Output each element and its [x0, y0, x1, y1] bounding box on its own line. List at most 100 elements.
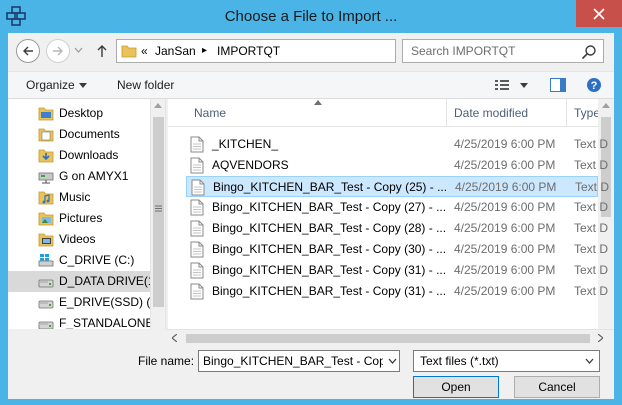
- downloads-icon: [38, 149, 54, 163]
- nav-item-label: Videos: [59, 232, 96, 246]
- file-name: _KITCHEN_: [212, 137, 279, 151]
- file-name: Bingo_KITCHEN_BAR_Test - Copy (31) - ...: [212, 263, 447, 277]
- nav-item[interactable]: Documents: [8, 124, 150, 145]
- column-type[interactable]: Type: [574, 106, 600, 120]
- file-row[interactable]: Bingo_KITCHEN_BAR_Test - Copy (28) - ...…: [186, 218, 608, 239]
- breadcrumb-jansan[interactable]: JanSan: [155, 44, 196, 58]
- command-toolbar: Organize New folder ?: [8, 71, 614, 99]
- column-divider[interactable]: [566, 99, 567, 127]
- file-name-combobox[interactable]: Bingo_KITCHEN_BAR_Test - Copy: [198, 350, 400, 372]
- nav-item[interactable]: Videos: [8, 229, 150, 250]
- sort-ascending-icon: [314, 100, 322, 105]
- search-icon[interactable]: [581, 44, 597, 60]
- horizontal-scrollbar[interactable]: [166, 329, 614, 346]
- view-dropdown-icon[interactable]: [520, 83, 528, 88]
- address-bar[interactable]: « JanSan ▸ IMPORTQT: [116, 39, 396, 63]
- nav-item[interactable]: E_DRIVE(SSD) (E:): [8, 292, 165, 313]
- file-row[interactable]: Bingo_KITCHEN_BAR_Test - Copy (30) - ...…: [186, 239, 608, 260]
- file-row[interactable]: _KITCHEN_ 4/25/2019 6:00 PM Text D: [186, 134, 608, 155]
- view-options-icon[interactable]: [495, 79, 509, 91]
- help-icon[interactable]: ?: [586, 77, 602, 93]
- file-type-value: Text files (*.txt): [420, 354, 499, 368]
- text-file-icon: [190, 199, 204, 216]
- file-name-input[interactable]: Bingo_KITCHEN_BAR_Test - Copy: [203, 354, 383, 368]
- file-type: Text D: [574, 242, 609, 256]
- text-file-icon: [191, 179, 205, 196]
- nav-item[interactable]: Downloads: [8, 145, 150, 166]
- network-drive-icon: [38, 172, 54, 184]
- file-row[interactable]: Bingo_KITCHEN_BAR_Test - Copy (27) - ...…: [186, 197, 608, 218]
- address-overflow[interactable]: «: [141, 44, 148, 58]
- open-button[interactable]: Open: [413, 376, 499, 398]
- new-folder-button[interactable]: New folder: [117, 78, 174, 92]
- file-date-modified: 4/25/2019 6:00 PM: [454, 221, 556, 235]
- chevron-down-icon[interactable]: [388, 357, 397, 365]
- column-date-modified[interactable]: Date modified: [454, 106, 528, 120]
- folder-icon: [38, 107, 54, 121]
- nav-item-label: Desktop: [59, 106, 104, 120]
- nav-item-label: Documents: [59, 127, 120, 141]
- text-file-icon: [190, 283, 204, 300]
- recent-locations-icon[interactable]: [74, 47, 83, 53]
- file-type: Text D: [574, 200, 609, 214]
- title-bar[interactable]: Choose a File to Import ...: [0, 0, 622, 33]
- grip-icon: [155, 205, 162, 212]
- drive-icon: [38, 300, 54, 309]
- videos-icon: [38, 233, 54, 247]
- scrollbar-thumb[interactable]: [186, 334, 590, 343]
- column-divider[interactable]: [446, 99, 447, 127]
- text-file-icon: [190, 136, 204, 153]
- scroll-right-icon[interactable]: [598, 334, 603, 342]
- file-type-select[interactable]: Text files (*.txt): [413, 350, 600, 372]
- nav-item[interactable]: Music: [8, 187, 150, 208]
- scroll-up-icon[interactable]: [602, 103, 610, 108]
- file-row[interactable]: AQVENDORS 4/25/2019 6:00 PM Text D: [186, 155, 608, 176]
- navigation-pane-scrollbar[interactable]: [150, 99, 165, 329]
- file-name: Bingo_KITCHEN_BAR_Test - Copy (31) - ...: [212, 284, 447, 298]
- file-date-modified: 4/25/2019 6:00 PM: [454, 158, 556, 172]
- pictures-icon: [38, 212, 54, 226]
- navigation-pane: Desktop Documents Downloads G on AMYX1 Music…: [8, 99, 166, 329]
- cancel-button[interactable]: Cancel: [514, 376, 600, 398]
- up-arrow-icon[interactable]: [96, 44, 108, 58]
- breadcrumb-separator[interactable]: ▸: [202, 45, 207, 56]
- back-button[interactable]: [16, 39, 40, 63]
- file-row[interactable]: Bingo_KITCHEN_BAR_Test - Copy (31) - ...…: [186, 281, 608, 302]
- documents-icon: [38, 128, 54, 142]
- music-icon: [38, 191, 54, 205]
- preview-pane-icon[interactable]: [550, 78, 566, 92]
- file-date-modified: 4/25/2019 6:00 PM: [454, 200, 556, 214]
- breadcrumb-importqt[interactable]: IMPORTQT: [217, 44, 280, 58]
- search-box[interactable]: Search IMPORTQT: [402, 39, 604, 63]
- nav-item[interactable]: F_STANDALONE: [8, 313, 153, 329]
- file-date-modified: 4/25/2019 6:00 PM: [454, 263, 556, 277]
- scrollbar-thumb[interactable]: [153, 117, 164, 307]
- file-date-modified: 4/25/2019 6:00 PM: [455, 180, 557, 194]
- forward-button[interactable]: [46, 39, 70, 63]
- nav-item-label: Pictures: [59, 211, 103, 225]
- scroll-left-icon[interactable]: [172, 334, 177, 342]
- organize-button[interactable]: Organize: [26, 78, 75, 92]
- column-name[interactable]: Name: [194, 106, 226, 120]
- windows-drive-icon: [38, 254, 54, 267]
- close-button[interactable]: [576, 0, 622, 27]
- nav-item[interactable]: D_DATA DRIVE(1: [8, 271, 155, 292]
- nav-item[interactable]: C_DRIVE (C:): [8, 250, 150, 271]
- nav-item-label: Music: [59, 190, 91, 204]
- file-name: Bingo_KITCHEN_BAR_Test - Copy (25) - ...: [213, 180, 448, 194]
- nav-item[interactable]: G on AMYX1: [8, 166, 150, 187]
- drive-icon: [38, 279, 54, 288]
- folder-icon: [121, 45, 137, 58]
- file-list: Name Date modified Type _KITCHEN_ 4/25/20…: [168, 99, 614, 329]
- nav-item-label: C_DRIVE (C:): [59, 253, 135, 267]
- file-date-modified: 4/25/2019 6:00 PM: [454, 284, 556, 298]
- drive-icon: [38, 321, 54, 329]
- scroll-up-icon[interactable]: [154, 103, 162, 108]
- nav-item[interactable]: Desktop: [8, 103, 150, 124]
- arrow-right-icon: [53, 46, 63, 56]
- file-row[interactable]: Bingo_KITCHEN_BAR_Test - Copy (31) - ...…: [186, 260, 608, 281]
- file-row[interactable]: Bingo_KITCHEN_BAR_Test - Copy (25) - ...…: [186, 176, 609, 197]
- file-type: Text D: [574, 137, 609, 151]
- column-header: Name Date modified Type: [168, 99, 600, 127]
- nav-item[interactable]: Pictures: [8, 208, 150, 229]
